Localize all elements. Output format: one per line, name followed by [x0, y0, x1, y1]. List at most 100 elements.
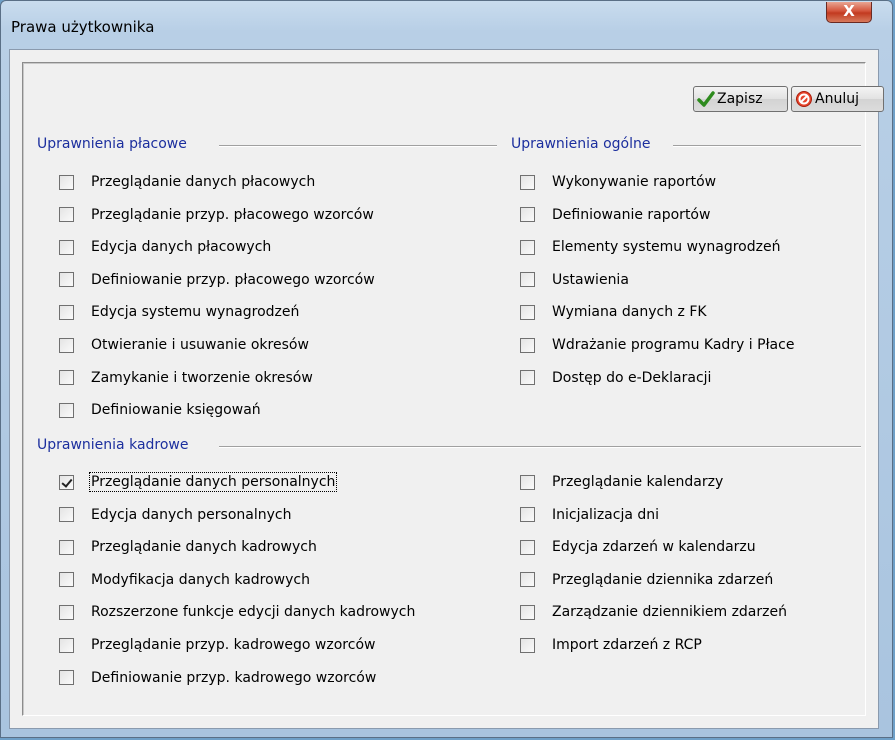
checkbox-box[interactable]: [520, 507, 535, 523]
placowe-checkbox-7[interactable]: Zamykanie i tworzenie okresów: [59, 370, 313, 386]
ogolne-checkbox-2[interactable]: Definiowanie raportów: [520, 207, 710, 223]
checkbox-box[interactable]: [520, 370, 535, 386]
checkbox-label: Ustawienia: [552, 271, 629, 288]
kadrowe-right-checkbox-3[interactable]: Edycja zdarzeń w kalendarzu: [520, 539, 756, 555]
checkbox-box[interactable]: [520, 272, 535, 288]
checkbox-label: Przeglądanie przyp. płacowego wzorców: [91, 206, 374, 223]
kadrowe-right-checkbox-2[interactable]: Inicjalizacja dni: [520, 507, 659, 523]
checkbox-label: Wdrażanie programu Kadry i Płace: [552, 337, 795, 353]
checkbox-box[interactable]: [520, 207, 535, 223]
group-title-placowe-separator: [219, 145, 497, 147]
group-title-ogolne: Uprawnienia ogólne: [511, 136, 651, 152]
kadrowe-right-checkbox-6[interactable]: Import zdarzeń z RCP: [520, 637, 702, 653]
ogolne-checkbox-5[interactable]: Wymiana danych z FK: [520, 304, 707, 320]
checkbox-label: Definiowanie przyp. kadrowego wzorców: [91, 669, 377, 686]
cancel-button[interactable]: Anuluj: [791, 86, 884, 112]
checkbox-box[interactable]: [59, 174, 74, 190]
checkbox-label: Definiowanie raportów: [552, 206, 711, 223]
ogolne-checkbox-3[interactable]: Elementy systemu wynagrodzeń: [520, 239, 780, 255]
checkbox-box[interactable]: [59, 272, 74, 288]
checkbox-label: Edycja systemu wynagrodzeń: [91, 304, 300, 321]
checkbox-label: Wymiana danych z FK: [552, 304, 707, 321]
kadrowe-right-checkbox-5[interactable]: Zarządzanie dziennikiem zdarzeń: [520, 604, 787, 620]
checkbox-label: Przeglądanie kalendarzy: [552, 474, 724, 490]
group-title-kadrowe: Uprawnienia kadrowe: [37, 437, 189, 453]
kadrowe-right-checkbox-1[interactable]: Przeglądanie kalendarzy: [520, 474, 723, 490]
checkbox-label: Definiowanie przyp. płacowego wzorców: [91, 271, 375, 288]
checkbox-box[interactable]: [59, 239, 74, 255]
kadrowe-left-checkbox-6[interactable]: Przeglądanie przyp. kadrowego wzorców: [59, 637, 375, 653]
checkbox-box[interactable]: [520, 539, 535, 555]
checkbox-label: Edycja danych personalnych: [91, 506, 292, 523]
checkbox-label: Modyfikacja danych kadrowych: [91, 571, 310, 588]
ogolne-checkbox-1[interactable]: Wykonywanie raportów: [520, 174, 716, 190]
checkbox-label: Inicjalizacja dni: [552, 506, 660, 523]
checkmark-icon: [697, 90, 715, 108]
kadrowe-right-checkbox-4[interactable]: Przeglądanie dziennika zdarzeń: [520, 572, 773, 588]
checkbox-label: Przeglądanie przyp. kadrowego wzorców: [91, 637, 376, 653]
checkbox-label: Edycja danych płacowych: [91, 239, 272, 256]
ogolne-checkbox-6[interactable]: Wdrażanie programu Kadry i Płace: [520, 337, 794, 353]
checkbox-box[interactable]: [520, 572, 535, 588]
placowe-checkbox-6[interactable]: Otwieranie i usuwanie okresów: [59, 337, 309, 353]
checkbox-label: Przeglądanie danych kadrowych: [91, 539, 317, 556]
ogolne-checkbox-4[interactable]: Ustawienia: [520, 272, 629, 288]
group-title-kadrowe-separator: [219, 446, 861, 448]
checkbox-label: Wykonywanie raportów: [552, 174, 717, 190]
placowe-checkbox-1[interactable]: Przeglądanie danych płacowych: [59, 174, 315, 190]
checkbox-label: Dostęp do e-Deklaracji: [552, 369, 712, 386]
checkbox-label: Rozszerzone funkcje edycji danych kadrow…: [91, 604, 416, 621]
cancel-icon: [795, 90, 813, 108]
checkbox-box[interactable]: [59, 637, 74, 653]
kadrowe-left-checkbox-1[interactable]: Przeglądanie danych personalnych: [59, 472, 338, 492]
checkbox-label: Import zdarzeń z RCP: [552, 637, 702, 653]
checkbox-label: Zarządzanie dziennikiem zdarzeń: [552, 604, 787, 621]
cancel-button-label: Anuluj: [815, 91, 859, 107]
checkbox-label: Otwieranie i usuwanie okresów: [91, 337, 309, 353]
checkbox-box[interactable]: [520, 474, 535, 490]
checkbox-box[interactable]: [59, 507, 74, 523]
checkbox-label: Edycja zdarzeń w kalendarzu: [552, 539, 756, 556]
close-button[interactable]: X: [826, 2, 872, 23]
placowe-checkbox-2[interactable]: Przeglądanie przyp. płacowego wzorców: [59, 207, 374, 223]
checkbox-box[interactable]: [520, 337, 535, 353]
checkbox-box[interactable]: [520, 174, 535, 190]
placowe-checkbox-5[interactable]: Edycja systemu wynagrodzeń: [59, 304, 299, 320]
kadrowe-left-checkbox-3[interactable]: Przeglądanie danych kadrowych: [59, 539, 317, 555]
checkbox-box[interactable]: [59, 539, 74, 555]
checkbox-box[interactable]: [59, 337, 74, 353]
kadrowe-left-checkbox-5[interactable]: Rozszerzone funkcje edycji danych kadrow…: [59, 604, 415, 620]
save-button-label: Zapisz: [717, 91, 763, 107]
checkbox-box[interactable]: [520, 239, 535, 255]
checkbox-box[interactable]: [59, 474, 74, 490]
kadrowe-left-checkbox-2[interactable]: Edycja danych personalnych: [59, 507, 291, 523]
checkbox-box[interactable]: [59, 402, 74, 418]
checkbox-label: Przeglądanie dziennika zdarzeń: [552, 571, 774, 588]
checkbox-box[interactable]: [59, 304, 74, 320]
placowe-checkbox-8[interactable]: Definiowanie księgowań: [59, 402, 261, 418]
checkbox-label: Definiowanie księgowań: [91, 402, 261, 419]
dialog-window: Prawa użytkownika X Zapisz Anuluj Uprawn…: [0, 0, 893, 738]
window-title: Prawa użytkownika: [11, 18, 155, 36]
checkbox-box[interactable]: [520, 604, 535, 620]
kadrowe-left-checkbox-7[interactable]: Definiowanie przyp. kadrowego wzorców: [59, 670, 376, 686]
checkbox-label: Przeglądanie danych personalnych: [88, 472, 338, 492]
placowe-checkbox-4[interactable]: Definiowanie przyp. płacowego wzorców: [59, 272, 375, 288]
dialog-client-area: Zapisz Anuluj Uprawnienia płacowe Uprawni…: [9, 49, 884, 729]
checkbox-box[interactable]: [59, 207, 74, 223]
group-title-ogolne-separator: [673, 145, 861, 147]
checkbox-label: Elementy systemu wynagrodzeń: [552, 239, 781, 256]
checkbox-label: Przeglądanie danych płacowych: [91, 174, 316, 190]
kadrowe-left-checkbox-4[interactable]: Modyfikacja danych kadrowych: [59, 572, 310, 588]
checkbox-label: Zamykanie i tworzenie okresów: [91, 369, 313, 386]
checkbox-box[interactable]: [59, 670, 74, 686]
checkbox-box[interactable]: [520, 637, 535, 653]
save-button[interactable]: Zapisz: [693, 86, 788, 112]
checkbox-box[interactable]: [520, 304, 535, 320]
checkbox-box[interactable]: [59, 572, 74, 588]
group-title-placowe: Uprawnienia płacowe: [37, 136, 187, 152]
placowe-checkbox-3[interactable]: Edycja danych płacowych: [59, 239, 271, 255]
ogolne-checkbox-7[interactable]: Dostęp do e-Deklaracji: [520, 370, 711, 386]
checkbox-box[interactable]: [59, 370, 74, 386]
checkbox-box[interactable]: [59, 604, 74, 620]
